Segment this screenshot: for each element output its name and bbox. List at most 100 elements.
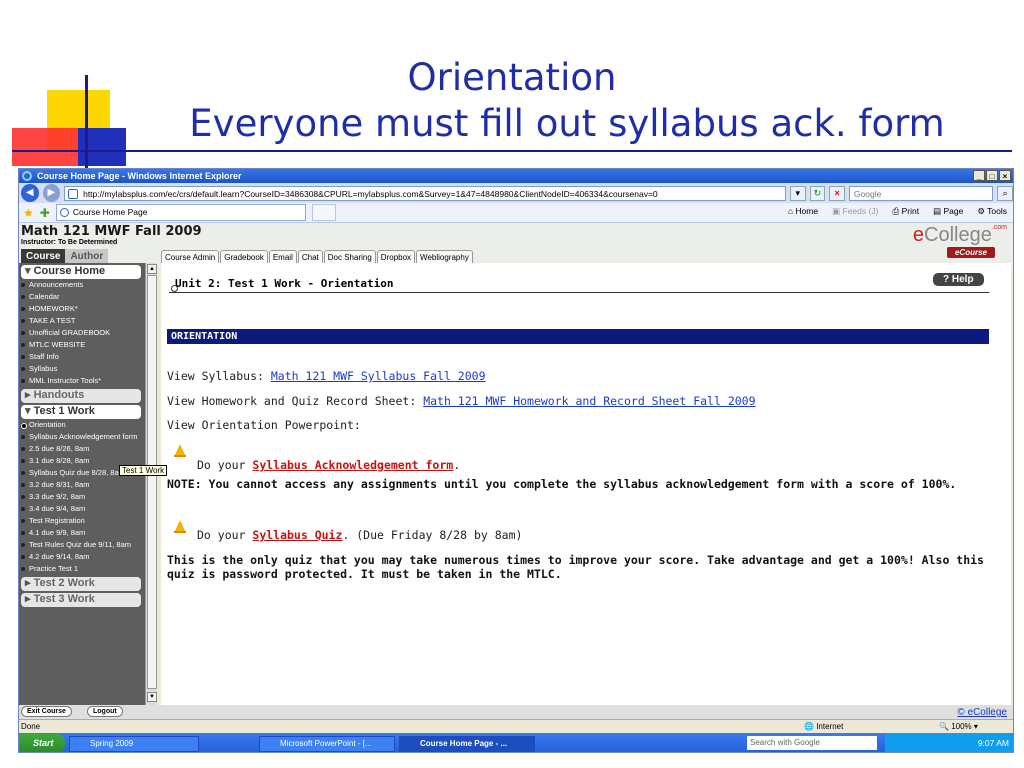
start-button[interactable]: Start	[19, 734, 65, 752]
sidebar-item-calendar[interactable]: Calendar	[19, 291, 143, 303]
sidebar-item-2-5[interactable]: 2.5 due 8/26, 8am	[19, 443, 143, 455]
course-mode-button[interactable]: Course	[21, 249, 66, 264]
sidebar-item-3-2[interactable]: 3.2 due 8/31, 8am	[19, 479, 143, 491]
sidebar-course-home[interactable]: ▾ Course Home	[21, 265, 141, 279]
logout-button[interactable]: Logout	[87, 706, 123, 717]
minimize-button[interactable]: _	[973, 170, 985, 181]
print-button[interactable]: ⎙ Print	[892, 206, 919, 217]
syllabus-quiz-link[interactable]: Syllabus Quiz	[252, 528, 342, 542]
back-button[interactable]: ◀	[21, 184, 39, 202]
scroll-thumb[interactable]	[147, 275, 157, 689]
tools-menu-button[interactable]: ⚙ Tools	[977, 206, 1007, 217]
sidebar-test2[interactable]: ▸ Test 2 Work	[21, 577, 141, 591]
zoom-control[interactable]: 🔍 100% ▾	[939, 720, 978, 733]
ecourse-badge: eCourse	[946, 247, 995, 258]
quiz-suffix: . (Due Friday 8/28 by 8am)	[342, 528, 523, 542]
tab-dropbox[interactable]: Dropbox	[376, 250, 416, 264]
favorites-star-icon[interactable]: ★	[23, 206, 34, 220]
caution-cone-icon	[174, 444, 186, 457]
unit-heading: Unit 2: Test 1 Work - Orientation	[175, 277, 394, 290]
sidebar-item-ack-form[interactable]: Syllabus Acknowledgement form	[19, 431, 143, 443]
page-label: Page	[943, 206, 964, 216]
taskbar-item-powerpoint[interactable]: Microsoft PowerPoint - [...	[259, 735, 395, 752]
tab-gradebook[interactable]: Gradebook	[220, 250, 268, 264]
close-window-button[interactable]: ×	[999, 170, 1011, 181]
tab-email[interactable]: Email	[268, 250, 297, 264]
sidebar-item-gradebook[interactable]: Unofficial GRADEBOOK	[19, 327, 143, 339]
sidebar-scrollbar[interactable]: ▲ ▼	[145, 263, 157, 705]
scroll-down-arrow[interactable]: ▼	[147, 692, 157, 702]
sidebar-item-announcements[interactable]: Announcements	[19, 279, 143, 291]
ack-form-link[interactable]: Syllabus Acknowledgement form	[252, 458, 453, 472]
unit-divider	[169, 292, 989, 293]
sidebar-item-mml-tools[interactable]: MML Instructor Tools*	[19, 375, 143, 387]
syllabus-link[interactable]: Math 121 MWF Syllabus Fall 2009	[271, 369, 486, 383]
status-bar: Done 🌐 Internet 🔍 100% ▾	[19, 719, 1013, 733]
add-favorites-icon[interactable]: ✚	[40, 206, 50, 220]
search-input[interactable]: Google	[848, 185, 994, 201]
page-menu-button[interactable]: ▤ Page	[933, 206, 963, 217]
sidebar-item-take-a-test[interactable]: TAKE A TEST	[19, 315, 143, 327]
slide-title: Orientation Everyone must fill out sylla…	[0, 55, 1024, 147]
home-button[interactable]: ⌂ Home	[788, 206, 818, 217]
ecollege-header: Math 121 MWF Fall 2009 Instructor: To Be…	[19, 223, 1013, 267]
sidebar-test1[interactable]: ▾ Test 1 Work	[21, 405, 141, 419]
exit-course-button[interactable]: Exit Course	[21, 706, 72, 717]
address-bar-row: ◀ ▶ http://mylabsplus.com/ec/crs/default…	[19, 183, 1013, 203]
ecollege-logo: eCollege.com	[913, 224, 1007, 247]
test2-label: Test 2 Work	[33, 577, 95, 589]
address-input[interactable]: http://mylabsplus.com/ec/crs/default.lea…	[64, 185, 786, 201]
maximize-button[interactable]: □	[986, 170, 998, 181]
sidebar-item-3-3[interactable]: 3.3 due 9/2, 8am	[19, 491, 143, 503]
sidebar-item-syllabus[interactable]: Syllabus	[19, 363, 143, 375]
course-menu-tabs: Course Admin Gradebook Email Chat Doc Sh…	[161, 250, 474, 264]
homework-line: View Homework and Quiz Record Sheet: Mat…	[167, 394, 756, 408]
new-tab-button[interactable]	[311, 204, 336, 221]
browser-tab[interactable]: Course Home Page	[55, 204, 306, 221]
feeds-button[interactable]: ▣ Feeds (J)	[832, 206, 878, 217]
favorites-bar: ★ ✚ Course Home Page ⌂ Home ▣ Feeds (J) …	[19, 203, 1013, 223]
sidebar-item-test-registration[interactable]: Test Registration	[19, 515, 143, 527]
slide-title-line1: Orientation	[407, 56, 617, 99]
sidebar-item-test-rules-quiz[interactable]: Test Rules Quiz due 9/11, 8am	[19, 539, 143, 551]
author-mode-button[interactable]: Author	[65, 249, 109, 264]
logo-college: College	[924, 224, 992, 246]
sidebar-item-4-1[interactable]: 4.1 due 9/9, 8am	[19, 527, 143, 539]
taskbar-item-spring-2009[interactable]: Spring 2009	[69, 735, 199, 752]
sidebar-item-staff-info[interactable]: Staff Info	[19, 351, 143, 363]
sidebar-item-homework[interactable]: HOMEWORK*	[19, 303, 143, 315]
sidebar-item-practice-test[interactable]: Practice Test 1	[19, 563, 143, 575]
caution-cone-icon	[174, 520, 186, 533]
forward-button[interactable]: ▶	[42, 184, 61, 202]
taskbar-item-course-home[interactable]: Course Home Page - ...	[399, 735, 535, 752]
command-bar: ⌂ Home ▣ Feeds (J) ⎙ Print ▤ Page ⚙ Tool…	[788, 206, 1007, 217]
sidebar-item-mtlc-website[interactable]: MTLC WEBSITE	[19, 339, 143, 351]
sidebar-test3[interactable]: ▸ Test 3 Work	[21, 593, 141, 607]
refresh-icon[interactable]: ↻	[809, 185, 826, 201]
zone-label: Internet	[816, 722, 844, 731]
taskbar-search-input[interactable]: Search with Google	[747, 736, 877, 750]
sidebar-handouts[interactable]: ▸ Handouts	[21, 389, 141, 403]
tab-course-admin[interactable]: Course Admin	[161, 250, 220, 264]
stop-icon[interactable]: ×	[829, 185, 845, 201]
tab-chat[interactable]: Chat	[297, 250, 323, 264]
scroll-up-arrow[interactable]: ▲	[147, 264, 157, 274]
help-button[interactable]: ? Help	[933, 273, 984, 286]
tools-label: Tools	[987, 206, 1007, 216]
decor-horizontal-line	[12, 150, 1012, 152]
ecollege-copyright-link[interactable]: © eCollege	[957, 707, 1007, 718]
tab-webliography[interactable]: Webliography	[416, 250, 473, 264]
powerpoint-line: View Orientation Powerpoint:	[167, 418, 361, 432]
tab-page-icon	[59, 208, 69, 217]
sidebar-item-orientation[interactable]: Orientation	[19, 419, 143, 431]
section-header: ORIENTATION	[167, 329, 989, 344]
help-label: Help	[951, 274, 974, 285]
home-label: Home	[795, 206, 819, 216]
sidebar-item-4-2[interactable]: 4.2 due 9/14, 8am	[19, 551, 143, 563]
homework-link[interactable]: Math 121 MWF Homework and Record Sheet F…	[423, 394, 755, 408]
address-dropdown-button[interactable]: ▾	[789, 185, 806, 201]
sidebar-item-3-4[interactable]: 3.4 due 9/4, 8am	[19, 503, 143, 515]
slide-title-line2: Everyone must fill out syllabus ack. for…	[189, 102, 945, 145]
search-icon[interactable]: ⌕	[997, 185, 1013, 201]
tab-doc-sharing[interactable]: Doc Sharing	[323, 250, 376, 264]
